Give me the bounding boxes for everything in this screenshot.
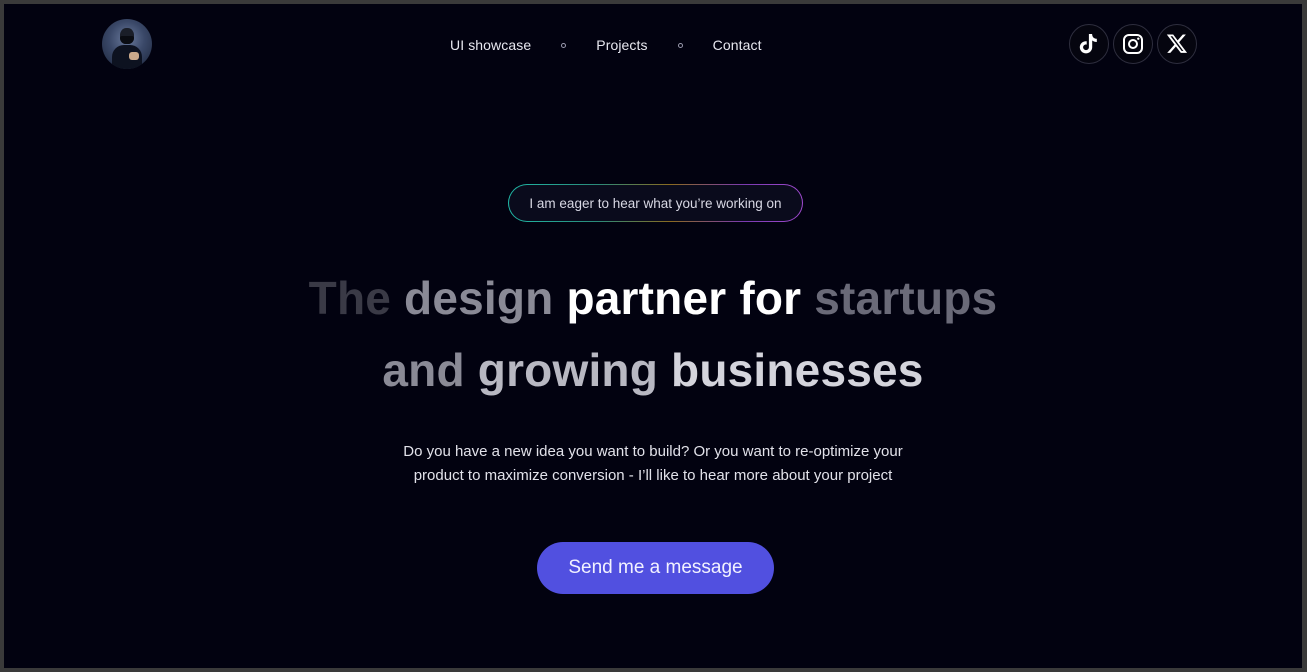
instagram-button[interactable] bbox=[1113, 24, 1153, 64]
headline-word: startups bbox=[814, 272, 998, 324]
social-links bbox=[1069, 24, 1197, 64]
headline-word: The bbox=[308, 272, 392, 324]
send-message-button[interactable]: Send me a message bbox=[537, 542, 774, 594]
tiktok-button[interactable] bbox=[1069, 24, 1109, 64]
hero-headline-line-2: and growing businesses bbox=[4, 334, 1302, 406]
headline-word: growing bbox=[477, 344, 659, 396]
main-nav: UI showcase Projects Contact bbox=[450, 35, 762, 55]
headline-word: businesses bbox=[671, 344, 924, 396]
nav-link-ui-showcase[interactable]: UI showcase bbox=[450, 35, 531, 55]
hero-headline: The design partner for startups and grow… bbox=[4, 262, 1302, 406]
avatar-figure-mask bbox=[120, 36, 134, 44]
tiktok-icon bbox=[1079, 34, 1097, 54]
x-button[interactable] bbox=[1157, 24, 1197, 64]
hero-headline-line-1: The design partner for startups bbox=[4, 262, 1302, 334]
avatar[interactable] bbox=[102, 19, 152, 69]
hero-description-line-2: product to maximize conversion - I’ll li… bbox=[413, 467, 893, 484]
nav-link-projects[interactable]: Projects bbox=[596, 35, 647, 55]
nav-link-contact[interactable]: Contact bbox=[713, 35, 762, 55]
headline-word: for bbox=[739, 272, 802, 324]
headline-word: partner bbox=[566, 272, 727, 324]
nav-separator-dot bbox=[677, 42, 683, 48]
avatar-figure-hand bbox=[129, 52, 139, 60]
hero-badge: I am eager to hear what you’re working o… bbox=[508, 184, 803, 222]
page-frame: UI showcase Projects Contact I am eager … bbox=[4, 4, 1302, 668]
hero-description-line-1: Do you have a new idea you want to build… bbox=[403, 443, 903, 460]
nav-separator-dot bbox=[561, 42, 567, 48]
headline-word: and bbox=[382, 344, 465, 396]
x-icon bbox=[1166, 34, 1188, 53]
headline-word: design bbox=[404, 272, 554, 324]
hero-description: Do you have a new idea you want to build… bbox=[4, 440, 1302, 488]
instagram-icon bbox=[1123, 34, 1143, 54]
hero-badge-label: I am eager to hear what you’re working o… bbox=[509, 185, 802, 221]
